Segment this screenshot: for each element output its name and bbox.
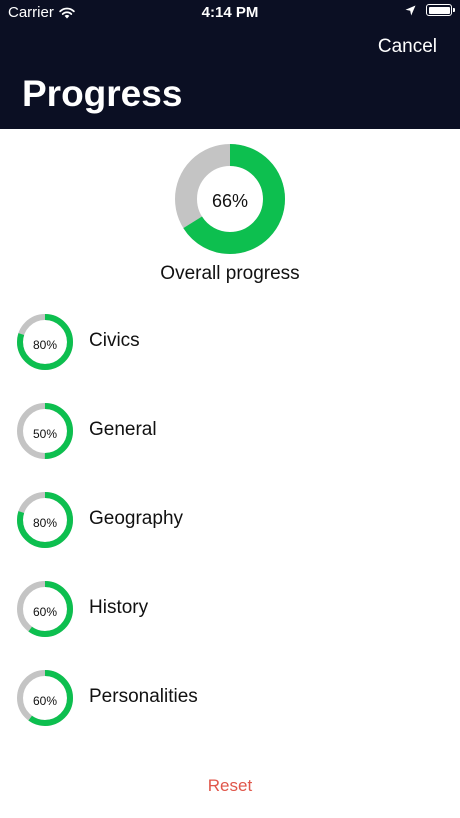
cancel-button[interactable]: Cancel <box>378 36 437 58</box>
overall-progress-caption: Overall progress <box>160 263 300 284</box>
overall-percent-label: 66% <box>211 191 249 211</box>
subject-percent-label: 60% <box>32 693 58 708</box>
page-title: Progress <box>22 73 183 114</box>
subject-name: Geography <box>89 508 184 529</box>
navigation-header: Carrier 4:14 PM Cancel Progress <box>0 0 460 129</box>
subject-row-general[interactable]: 50% General <box>0 401 460 490</box>
subject-percent-label: 50% <box>32 426 58 441</box>
subject-name: General <box>89 419 157 440</box>
subject-ring-wrap: 60% <box>17 581 73 642</box>
subject-ring-wrap: 80% <box>17 314 73 375</box>
subject-ring-wrap: 60% <box>17 670 73 731</box>
subject-row-history[interactable]: 60% History <box>0 579 460 668</box>
subject-row-personalities[interactable]: 60% Personalities <box>0 668 460 757</box>
location-arrow-icon <box>405 5 416 15</box>
status-time: 4:14 PM <box>201 4 259 21</box>
subject-row-civics[interactable]: 80% Civics <box>0 312 460 401</box>
subject-percent-label: 80% <box>32 337 58 352</box>
subject-ring-wrap: 80% <box>17 492 73 553</box>
reset-button[interactable]: Reset <box>0 776 460 796</box>
overall-progress: 66% Overall progress <box>0 144 460 285</box>
subject-ring-wrap: 50% <box>17 403 73 464</box>
status-right-group <box>405 4 455 16</box>
subject-list: 80% Civics 50% General 80% Geography 60%… <box>0 312 460 757</box>
subject-percent-label: 80% <box>32 515 58 530</box>
overall-progress-ring-wrap: 66% <box>175 144 285 259</box>
subject-name: Personalities <box>89 686 198 707</box>
subject-name: Civics <box>89 330 140 351</box>
subject-percent-label: 60% <box>32 604 58 619</box>
battery-icon <box>426 4 455 16</box>
subject-name: History <box>89 597 149 618</box>
subject-row-geography[interactable]: 80% Geography <box>0 490 460 579</box>
status-bar: Carrier 4:14 PM <box>0 0 460 24</box>
